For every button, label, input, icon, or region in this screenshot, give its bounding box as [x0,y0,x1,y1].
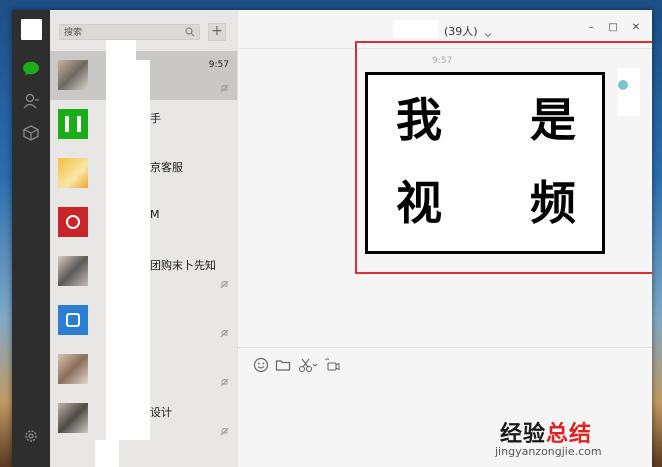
scissors-icon[interactable] [298,357,318,373]
highlight-box [355,41,652,274]
side-nav [12,10,50,467]
mute-icon [220,421,229,436]
favorites-icon[interactable] [22,124,40,142]
group-avatar [58,256,88,286]
avatar [58,305,88,335]
mute-icon [220,372,229,387]
redaction-mask [393,20,438,38]
contact-list: 搜索 + 9:57 手 京客服 M 团购末卜先知 设计 [50,10,237,467]
avatar [58,109,88,139]
chat-pane: (39人) – □ ✕ 9:57 我 是 视 频 [237,10,652,467]
folder-icon[interactable] [275,357,291,373]
group-avatar [58,60,88,90]
watermark: 经验总结 [500,422,593,447]
group-avatar [58,403,88,433]
mute-icon [220,78,229,93]
watermark-url: jingyanzongjie.com [495,445,602,458]
video-call-icon[interactable] [324,357,340,373]
add-button[interactable]: + [208,23,226,41]
search-input[interactable]: 搜索 [59,24,200,40]
item-name: 设计 [150,406,172,419]
search-placeholder: 搜索 [64,28,83,38]
wechat-window: 搜索 + 9:57 手 京客服 M 团购末卜先知 设计 (39人) – □ ✕ … [12,10,652,467]
item-name: 团购末卜先知 [150,259,216,272]
sender-avatar-image [618,80,628,90]
contacts-icon[interactable] [22,92,40,110]
redaction-mask [95,440,119,467]
emoji-icon[interactable] [253,357,269,373]
settings-icon[interactable] [23,428,39,444]
avatar [58,158,88,188]
item-name: M [150,208,160,221]
chat-icon[interactable] [22,60,40,78]
minimize-button[interactable]: – [584,21,598,35]
sender-avatar[interactable] [618,68,640,116]
avatar [58,207,88,237]
mute-icon [220,274,229,289]
search-icon [185,27,195,37]
chat-title[interactable]: (39人) [444,23,478,39]
input-divider [238,347,652,348]
maximize-button[interactable]: □ [606,21,620,35]
redaction-mask [130,60,150,440]
avatar[interactable] [21,19,42,40]
item-name: 京客服 [150,161,183,174]
mute-icon [220,323,229,338]
close-button[interactable]: ✕ [629,21,643,35]
item-name: 手 [150,112,161,125]
chevron-down-icon[interactable] [483,25,493,38]
group-avatar [58,354,88,384]
item-time: 9:57 [208,60,229,70]
